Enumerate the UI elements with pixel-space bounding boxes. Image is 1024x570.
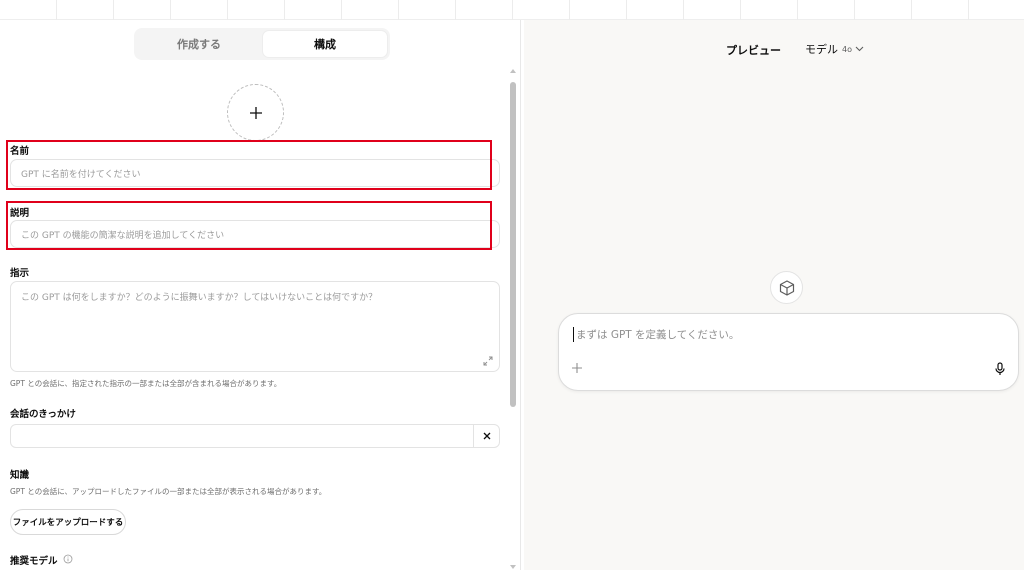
scroll-up-arrow-icon[interactable] <box>509 68 517 74</box>
top-strip-divider <box>113 0 114 20</box>
top-strip-divider <box>455 0 456 20</box>
top-strip-divider <box>797 0 798 20</box>
conversation-starter-input[interactable] <box>10 424 500 448</box>
top-strip-divider <box>341 0 342 20</box>
knowledge-hint: GPT との会話に、アップロードしたファイルの一部または全部が表示される場合があ… <box>10 487 327 496</box>
preview-title: プレビュー <box>726 44 781 57</box>
top-strip-divider <box>227 0 228 20</box>
top-strip-divider <box>56 0 57 20</box>
model-selector[interactable]: モデル 4o <box>805 41 864 57</box>
top-strip-divider <box>398 0 399 20</box>
top-strip-divider <box>512 0 513 20</box>
top-strip-divider <box>683 0 684 20</box>
top-strip-divider <box>284 0 285 20</box>
description-highlight-box <box>6 201 492 250</box>
model-selector-value: 4o <box>842 44 852 54</box>
top-strip-divider <box>170 0 171 20</box>
top-strip <box>0 0 1024 20</box>
message-composer: まずは GPT を定義してください。 <box>558 313 1019 391</box>
microphone-icon[interactable] <box>994 362 1006 376</box>
preview-panel: プレビュー モデル 4o <box>524 20 1024 570</box>
plus-icon[interactable] <box>571 362 583 374</box>
top-strip-divider <box>854 0 855 20</box>
info-icon[interactable] <box>63 554 73 564</box>
tab-create[interactable]: 作成する <box>137 31 261 57</box>
tab-configure[interactable]: 構成 <box>263 31 387 57</box>
scrollbar-thumb[interactable] <box>510 82 516 407</box>
conversation-starters-label: 会話のきっかけ <box>10 409 76 420</box>
top-strip-divider <box>911 0 912 20</box>
plus-icon <box>249 106 262 119</box>
instructions-textarea[interactable]: この GPT は何をしますか？どのように振舞いますか？してはいけないことは何です… <box>10 281 500 372</box>
editor-tabs: 作成する 構成 <box>134 28 390 60</box>
composer-input[interactable]: まずは GPT を定義してください。 <box>573 327 993 342</box>
recommended-model-label: 推奨モデル <box>10 556 58 567</box>
top-strip-divider <box>968 0 969 20</box>
gpt-editor-panel: 作成する 構成 名前 GPT に名前を付けてください 説明 この GPT の機能… <box>0 20 521 570</box>
gpt-placeholder-avatar <box>770 271 803 304</box>
knowledge-label: 知識 <box>10 470 30 481</box>
conversation-starter-clear-button[interactable] <box>473 425 499 447</box>
avatar-upload-button[interactable] <box>227 84 284 141</box>
close-icon <box>483 432 490 440</box>
top-strip-divider <box>569 0 570 20</box>
scroll-down-arrow-icon[interactable] <box>509 564 517 570</box>
name-highlight-box <box>6 140 492 190</box>
instructions-placeholder: この GPT は何をしますか？どのように振舞いますか？してはいけないことは何です… <box>21 293 378 303</box>
chevron-down-icon <box>855 46 864 52</box>
scrollbar[interactable] <box>508 68 518 570</box>
expand-icon[interactable] <box>483 356 493 366</box>
model-selector-label: モデル <box>805 43 838 56</box>
top-strip-divider <box>740 0 741 20</box>
cube-icon <box>779 279 794 296</box>
upload-files-button[interactable]: ファイルをアップロードする <box>10 509 126 535</box>
top-strip-divider <box>626 0 627 20</box>
instructions-label: 指示 <box>10 268 30 279</box>
instructions-hint: GPT との会話に、指定された指示の一部または全部が含まれる場合があります。 <box>10 379 282 388</box>
